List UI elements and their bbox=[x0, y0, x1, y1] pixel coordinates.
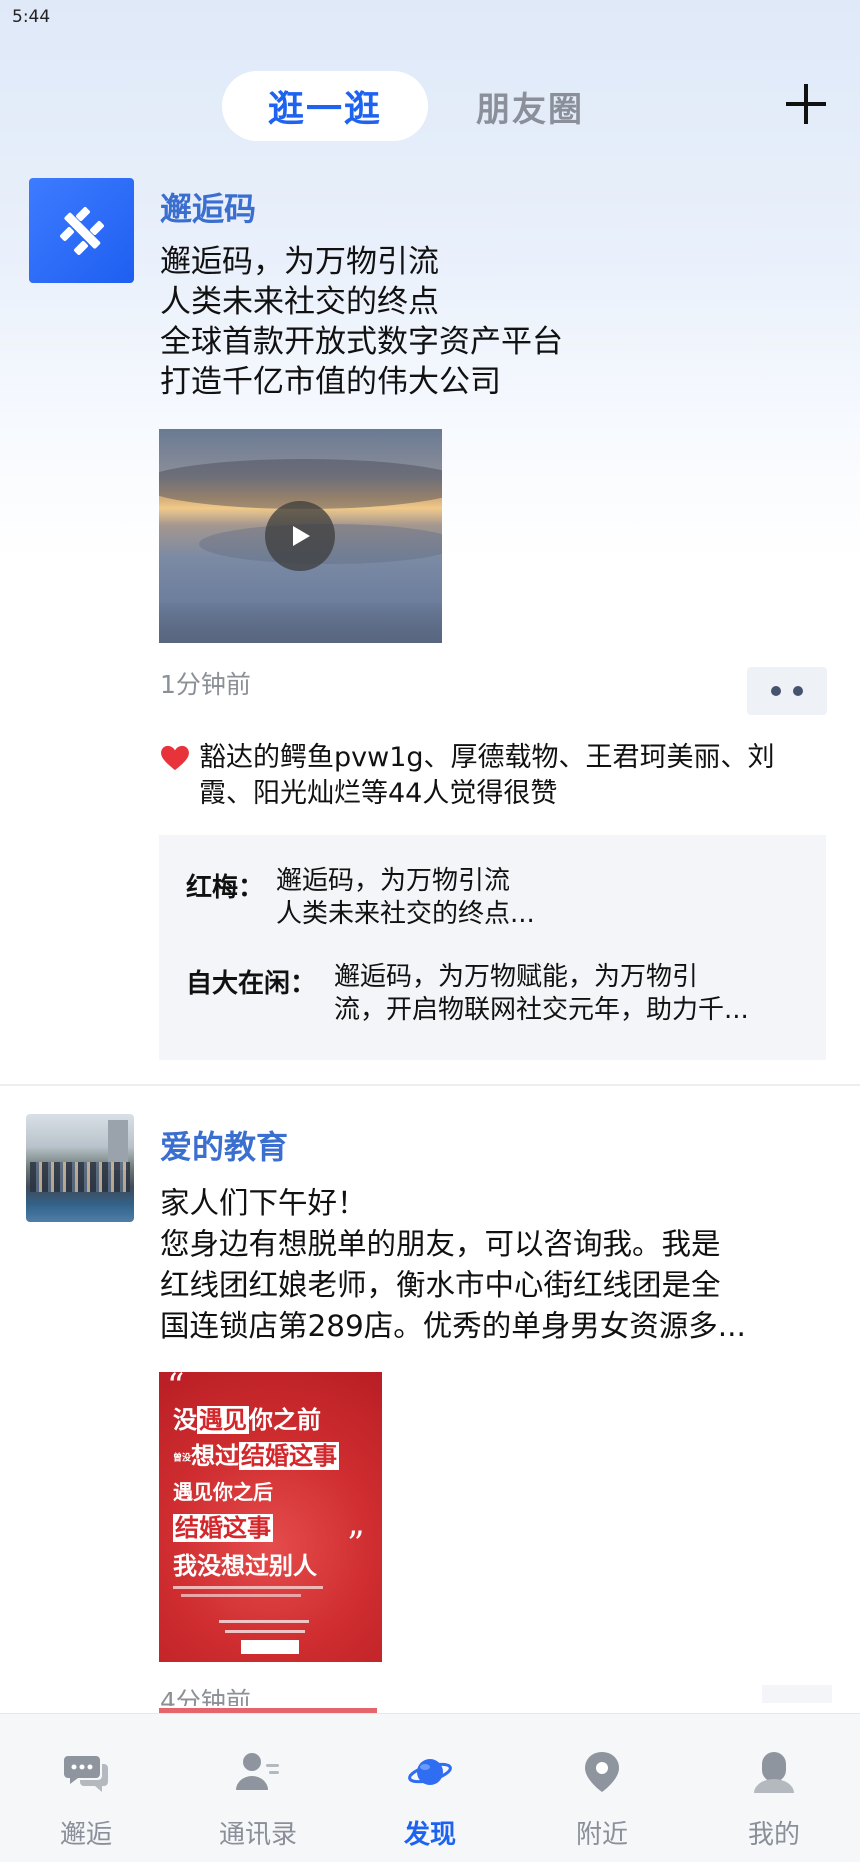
poster-text: 想过 bbox=[191, 1442, 240, 1470]
post-content: 邂逅码，为万物引流 人类未来社交的终点 全球首款开放式数字资产平台 打造千亿市值… bbox=[160, 242, 563, 402]
content-line: 打造千亿市值的伟大公司 bbox=[160, 364, 501, 400]
nav-item-nearby[interactable]: 附近 bbox=[516, 1714, 688, 1862]
poster-highlight: 结婚这事 bbox=[173, 1514, 273, 1542]
comment-author[interactable]: 自大在闲： bbox=[186, 963, 316, 1000]
video-mountain bbox=[159, 603, 442, 643]
content-line: 红线团红娘老师，衡水市中心街红线团是全 bbox=[160, 1268, 721, 1302]
location-pin-icon bbox=[585, 1752, 619, 1792]
poster-text: 没 bbox=[173, 1406, 197, 1434]
comments-box: 红梅： 邂逅码，为万物引流 人类未来社交的终点... 自大在闲： 邂逅码，为万物… bbox=[159, 835, 826, 1060]
poster-text: 曾没 bbox=[173, 1453, 192, 1464]
post-timestamp: 4分钟前 bbox=[160, 1687, 251, 1706]
content-line: 全球首款开放式数字资产平台 bbox=[160, 324, 563, 360]
post-timestamp-clip: 4分钟前 bbox=[0, 1680, 860, 1706]
poster-highlight: 遇见 bbox=[197, 1406, 249, 1434]
poster-line: 遇见你之后 bbox=[173, 1480, 273, 1504]
nav-label: 邂逅 bbox=[59, 1820, 112, 1850]
more-options-button[interactable] bbox=[747, 667, 827, 715]
bottom-nav: 邂逅 通讯录 发现 附近 我的 bbox=[0, 1713, 860, 1862]
comment-line: 邂逅码，为万物赋能，为万物引 bbox=[334, 962, 699, 992]
post-content: 家人们下午好！ 您身边有想脱单的朋友，可以咨询我。我是 红线团红娘老师，衡水市中… bbox=[160, 1183, 746, 1347]
app-logo-icon bbox=[59, 206, 104, 255]
more-options-button[interactable] bbox=[762, 1685, 832, 1703]
content-line: 邂逅码，为万物引流 bbox=[160, 244, 439, 280]
poster-logo bbox=[241, 1640, 299, 1654]
poster-text: 你之前 bbox=[249, 1406, 321, 1434]
content-line: 国连锁店第289店。优秀的单身男女资源多... bbox=[160, 1309, 746, 1343]
contacts-icon bbox=[236, 1753, 279, 1790]
poster-line: 曾没想过结婚这事 bbox=[173, 1436, 340, 1471]
dot-icon bbox=[771, 686, 781, 696]
comment-text[interactable]: 邂逅码，为万物引流 人类未来社交的终点... bbox=[276, 865, 535, 931]
nav-item-discover[interactable]: 发现 bbox=[344, 1714, 516, 1862]
poster-fine-print bbox=[219, 1620, 309, 1623]
nav-label: 我的 bbox=[747, 1820, 800, 1850]
comment-author[interactable]: 红梅： bbox=[186, 867, 264, 904]
comment-line: 邂逅码，为万物引流 bbox=[276, 866, 511, 896]
nav-item-contacts[interactable]: 通讯录 bbox=[172, 1714, 344, 1862]
play-icon bbox=[293, 526, 310, 546]
chat-bubble-icon bbox=[64, 1756, 108, 1792]
post-author[interactable]: 爱的教育 bbox=[160, 1122, 288, 1168]
planet-icon bbox=[408, 1759, 452, 1785]
content-line: 人类未来社交的终点 bbox=[160, 284, 439, 320]
top-tabs: 逛一逛 朋友圈 bbox=[222, 71, 584, 141]
likes-line: 霞、阳光灿烂等44人觉得很赞 bbox=[199, 778, 558, 809]
poster-line: 结婚这事 bbox=[173, 1508, 273, 1543]
nav-label: 通讯录 bbox=[218, 1820, 297, 1850]
avatar[interactable] bbox=[26, 1114, 134, 1222]
poster-line: 没遇见你之前 bbox=[173, 1400, 321, 1435]
poster-fine-print bbox=[173, 1586, 323, 1589]
play-button[interactable] bbox=[265, 501, 335, 571]
nav-label: 附近 bbox=[575, 1820, 628, 1850]
poster-line: 我没想过别人 bbox=[173, 1552, 317, 1580]
post-image[interactable]: “ 没遇见你之前 曾没想过结婚这事 遇见你之后 结婚这事 我没想过别人 ” bbox=[159, 1372, 382, 1662]
comment-line: 人类未来社交的终点... bbox=[276, 899, 535, 929]
comment-text[interactable]: 邂逅码，为万物赋能，为万物引 流，开启物联网社交元年，助力千... bbox=[334, 961, 749, 1027]
poster-fine-print bbox=[181, 1594, 301, 1597]
content-line: 家人们下午好！ bbox=[160, 1186, 367, 1220]
poster-highlight: 结婚这事 bbox=[239, 1442, 340, 1470]
likes-text: 豁达的鳄鱼pvw1g、厚德载物、王君珂美丽、刘 霞、阳光灿烂等44人觉得很赞 bbox=[199, 740, 820, 812]
nav-item-encounter[interactable]: 邂逅 bbox=[0, 1714, 172, 1862]
comment-line: 流，开启物联网社交元年，助力千... bbox=[334, 995, 749, 1025]
dot-icon bbox=[793, 686, 803, 696]
content-line: 您身边有想脱单的朋友，可以咨询我。我是 bbox=[160, 1227, 721, 1261]
likes-line: 豁达的鳄鱼pvw1g、厚德载物、王君珂美丽、刘 bbox=[199, 742, 775, 773]
tab-moments[interactable]: 朋友圈 bbox=[476, 82, 584, 131]
heart-icon bbox=[161, 745, 189, 771]
plus-icon[interactable] bbox=[786, 84, 826, 124]
quote-mark-icon: ” bbox=[347, 1524, 365, 1564]
avatar[interactable] bbox=[29, 178, 134, 283]
video-thumbnail[interactable] bbox=[159, 429, 442, 643]
nav-item-me[interactable]: 我的 bbox=[688, 1714, 860, 1862]
avatar-crowd bbox=[30, 1162, 130, 1192]
profile-icon bbox=[754, 1752, 794, 1793]
post-timestamp: 1分钟前 bbox=[160, 670, 251, 699]
status-time: 5:44 bbox=[12, 7, 51, 27]
poster-fine-print bbox=[225, 1630, 305, 1633]
post-divider bbox=[0, 1084, 860, 1086]
likes-row: 豁达的鳄鱼pvw1g、厚德载物、王君珂美丽、刘 霞、阳光灿烂等44人觉得很赞 bbox=[160, 740, 820, 812]
post-author[interactable]: 邂逅码 bbox=[160, 184, 256, 230]
tab-browse[interactable]: 逛一逛 bbox=[222, 71, 428, 141]
nav-label: 发现 bbox=[403, 1820, 456, 1850]
